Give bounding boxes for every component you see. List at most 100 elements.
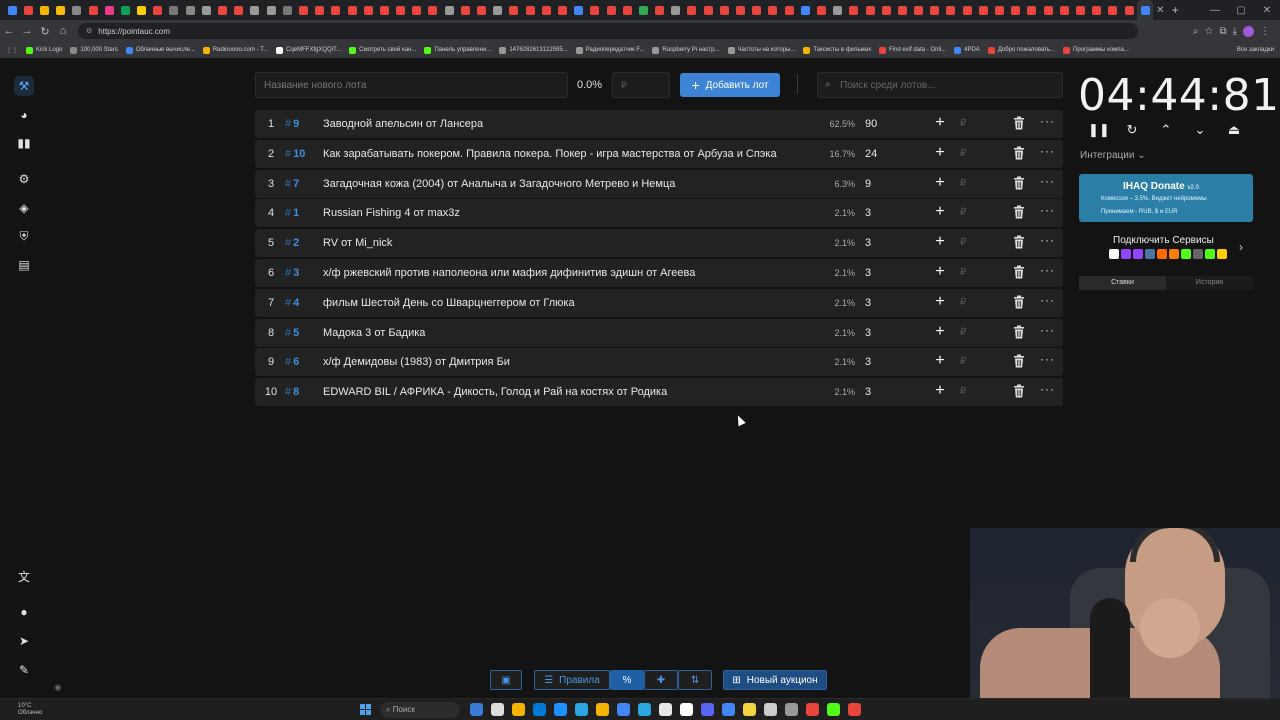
browser-tab[interactable] [328, 0, 344, 20]
ruble-icon[interactable]: ₽ [960, 178, 966, 189]
browser-tab[interactable] [635, 0, 651, 20]
ruble-icon[interactable]: ₽ [960, 148, 966, 159]
service-icon[interactable] [1205, 249, 1215, 259]
split-icon[interactable]: ✚ [644, 670, 678, 690]
browser-tab[interactable] [263, 0, 279, 20]
integrations-dropdown[interactable]: Интеграции ⌄ [1080, 150, 1146, 161]
browser-tab[interactable] [943, 0, 959, 20]
lot-row[interactable]: 4 #1 Russian Fishing 4 от max3z 2.1% 3 + ₽ ··· [255, 199, 1063, 228]
taskbar-app-icon[interactable] [680, 703, 693, 716]
more-icon[interactable]: ··· [1040, 174, 1055, 188]
ruble-icon[interactable]: ₽ [960, 356, 966, 367]
close-window-icon[interactable]: ✕ [1254, 5, 1280, 16]
browser-tab[interactable] [214, 0, 230, 20]
lot-row[interactable]: 9 #6 х/ф Демидовы (1983) от Дмитрия Би 2.1%… [255, 348, 1063, 377]
browser-tab[interactable] [1040, 0, 1056, 20]
taskbar-app-icon[interactable] [701, 703, 714, 716]
bookmark-item[interactable]: Радиопередатчик F... [575, 46, 644, 54]
taskbar-app-icon[interactable] [764, 703, 777, 716]
browser-tab[interactable] [53, 0, 69, 20]
taskbar-app-icon[interactable] [533, 703, 546, 716]
more-icon[interactable]: ··· [1040, 233, 1055, 247]
browser-tab[interactable] [376, 0, 392, 20]
browser-tab[interactable] [85, 0, 101, 20]
minimize-icon[interactable]: — [1202, 5, 1228, 16]
bookmark-item[interactable]: Radiooooo.com - T... [202, 46, 268, 54]
lot-search-input[interactable]: ⌕ Поиск среди лотов... [817, 72, 1063, 98]
more-icon[interactable]: ··· [1040, 263, 1055, 277]
taskbar-app-icon[interactable] [617, 703, 630, 716]
service-icon[interactable] [1157, 249, 1167, 259]
delete-icon[interactable] [1013, 235, 1025, 249]
double-up-icon[interactable]: ⏏ [1224, 122, 1244, 138]
browser-tab[interactable] [1105, 0, 1121, 20]
bookmark-item[interactable]: Смотреть свой кан... [349, 46, 416, 54]
browser-tab[interactable] [69, 0, 85, 20]
ruble-icon[interactable]: ₽ [960, 297, 966, 308]
browser-tab[interactable] [1121, 0, 1137, 20]
add-lot-button[interactable]: + Добавить лот [680, 73, 780, 97]
bookmark-item[interactable]: Kick Logo [26, 46, 62, 54]
service-icon[interactable] [1181, 249, 1191, 259]
browser-tab[interactable] [166, 0, 182, 20]
service-icon[interactable] [1145, 249, 1155, 259]
delete-icon[interactable] [1013, 354, 1025, 368]
browser-tab[interactable] [554, 0, 570, 20]
browser-tab[interactable] [765, 0, 781, 20]
ruble-icon[interactable]: ₽ [960, 327, 966, 338]
browser-tab[interactable] [927, 0, 943, 20]
browser-tab[interactable] [732, 0, 748, 20]
maximize-icon[interactable]: ▢ [1228, 5, 1254, 16]
visibility-icon[interactable]: ◉ [54, 682, 62, 693]
browser-tab[interactable] [457, 0, 473, 20]
taskbar-app-icon[interactable] [785, 703, 798, 716]
more-icon[interactable]: ··· [1040, 352, 1055, 366]
delete-icon[interactable] [1013, 146, 1025, 160]
more-icon[interactable]: ··· [1040, 323, 1055, 337]
taskbar-search[interactable]: ⌕ Поиск [380, 702, 460, 718]
ruble-icon[interactable]: ₽ [960, 267, 966, 278]
bookmark-item[interactable]: Программы компа... [1063, 46, 1129, 54]
delete-icon[interactable] [1013, 325, 1025, 339]
ruble-icon[interactable]: ₽ [960, 118, 966, 129]
browser-tab[interactable] [409, 0, 425, 20]
bookmark-item[interactable]: Панель управлени... [424, 46, 491, 54]
weather-widget[interactable]: 10°C Облачно [18, 703, 42, 717]
delete-icon[interactable] [1013, 384, 1025, 398]
browser-tab[interactable] [700, 0, 716, 20]
bookmark-item[interactable]: CqeMFFXfgXQQiT... [276, 46, 341, 54]
browser-tab[interactable] [1137, 0, 1154, 20]
lot-row[interactable]: 2 #10 Как зарабатывать покером. Правила по… [255, 139, 1063, 168]
add-amount-icon[interactable]: + [933, 263, 947, 281]
add-amount-icon[interactable]: + [933, 293, 947, 311]
lot-name-input[interactable]: Название нового лота [255, 72, 568, 98]
browser-tab[interactable] [716, 0, 732, 20]
browser-tab[interactable] [1024, 0, 1040, 20]
add-amount-icon[interactable]: + [933, 203, 947, 221]
browser-tab[interactable] [878, 0, 894, 20]
browser-tab[interactable] [797, 0, 813, 20]
wheel-icon[interactable]: ◕ [14, 105, 34, 125]
bookmark-item[interactable]: Добро пожаловать... [987, 46, 1055, 54]
back-icon[interactable]: ← [0, 25, 18, 37]
add-amount-icon[interactable]: + [933, 382, 947, 400]
taskbar-app-icon[interactable] [470, 703, 483, 716]
profile-avatar[interactable] [1243, 25, 1254, 37]
browser-tab[interactable] [344, 0, 360, 20]
lot-title[interactable]: фильм Шестой День со Шварцнеггером от Гл… [323, 297, 575, 309]
browser-tab[interactable] [991, 0, 1007, 20]
ruble-icon[interactable]: ₽ [960, 237, 966, 248]
add-amount-icon[interactable]: + [933, 144, 947, 162]
browser-tab[interactable] [20, 0, 36, 20]
bookmark-item[interactable]: Raspberry Pi настр... [652, 46, 720, 54]
more-icon[interactable]: ··· [1040, 114, 1055, 128]
reload-icon[interactable]: ↻ [36, 25, 54, 38]
browser-tab[interactable] [295, 0, 311, 20]
browser-tab[interactable] [587, 0, 603, 20]
edit-icon[interactable]: ✎ [14, 660, 34, 680]
delete-icon[interactable] [1013, 116, 1025, 130]
add-amount-icon[interactable]: + [933, 233, 947, 251]
rules-button[interactable]: ☰ Правила [534, 670, 610, 690]
browser-tab[interactable] [490, 0, 506, 20]
service-icon[interactable] [1121, 249, 1131, 259]
